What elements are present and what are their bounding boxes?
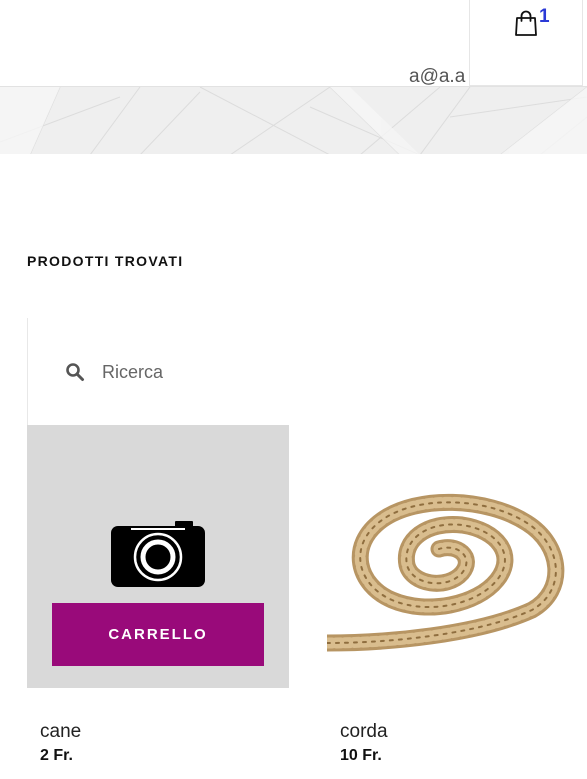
rope-image	[327, 493, 565, 652]
product-image[interactable]: CARRELLO	[27, 425, 289, 688]
product-image[interactable]	[327, 425, 587, 688]
product-name[interactable]: cane	[40, 721, 81, 743]
decorative-banner	[0, 86, 587, 154]
add-to-cart-button[interactable]: CARRELLO	[52, 603, 264, 666]
user-email[interactable]: a@a.a	[409, 66, 465, 88]
page-title: PRODOTTI TROVATI	[27, 253, 184, 269]
search-box	[27, 318, 289, 425]
product-card[interactable]: CARRELLO cane 2 Fr.	[27, 425, 289, 764]
cart-link[interactable]: 1	[469, 0, 583, 86]
product-name[interactable]: corda	[340, 721, 388, 743]
product-price: 10 Fr.	[340, 747, 382, 764]
banner-pattern	[0, 87, 587, 154]
shopping-bag-icon[interactable]	[515, 10, 537, 36]
product-price: 2 Fr.	[40, 747, 73, 764]
camera-placeholder-icon	[111, 521, 205, 587]
cart-count-badge: 1	[539, 6, 550, 27]
product-card[interactable]: corda 10 Fr.	[327, 425, 587, 764]
search-input[interactable]	[102, 358, 272, 386]
search-icon[interactable]	[65, 362, 85, 382]
header: 1 a@a.a	[0, 0, 587, 88]
